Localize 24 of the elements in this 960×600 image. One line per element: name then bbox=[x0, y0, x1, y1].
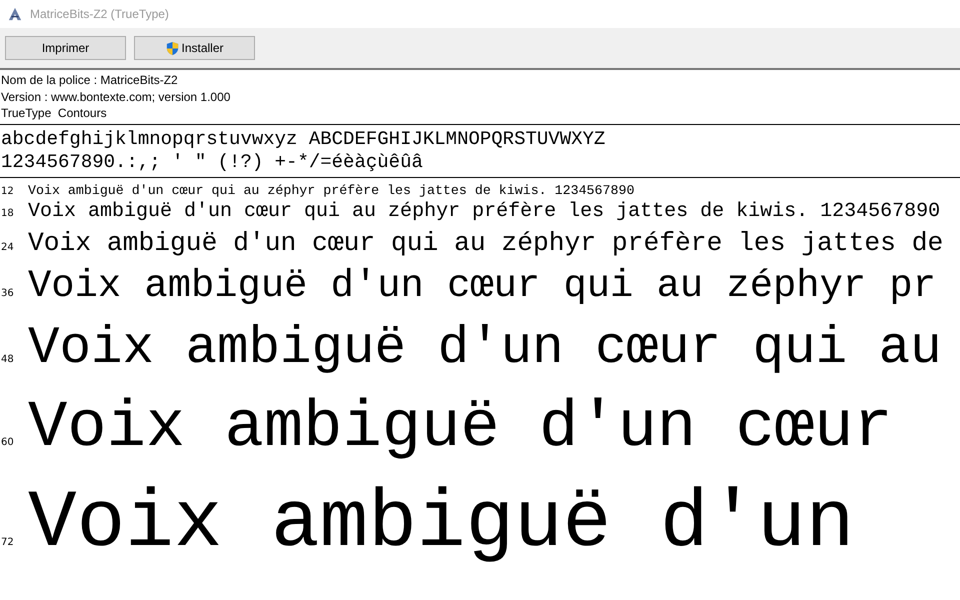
font-info-text: Version : www.bontexte.com; version 1.000 bbox=[1, 88, 232, 105]
sample-text: Voix ambiguë d'un cœur qui au zéphyr préfère les jattes de bbox=[28, 227, 944, 260]
point-size-label: 12 bbox=[0, 186, 15, 196]
character-set-text: 1234567890.:,; ' " (!?) +-*/=éèàçùêûâ bbox=[1, 150, 424, 174]
point-size-label: 72 bbox=[0, 537, 15, 548]
point-size-label: 48 bbox=[0, 354, 15, 366]
point-size-label: 60 bbox=[0, 436, 15, 448]
sample-text: Voix ambiguë d'un cœur qui au bbox=[28, 317, 942, 380]
point-size-label: 36 bbox=[0, 288, 15, 300]
sample-text: Voix ambiguë d'un cœur bbox=[28, 388, 893, 467]
font-info-text: TrueType Contours bbox=[1, 105, 108, 122]
sample-text: Voix ambiguë d'un cœur qui au zéphyr préfère les jattes de kiwis. 1234567890 bbox=[28, 199, 940, 226]
point-size-label: 24 bbox=[0, 242, 15, 254]
app-icon bbox=[8, 7, 22, 21]
character-set-text: abcdefghijklmnopqrstuvwxyz ABCDEFGHIJKLMNOPQRSTUVWXYZ bbox=[1, 128, 606, 150]
shield-icon bbox=[165, 40, 180, 56]
point-size-label: 18 bbox=[0, 208, 15, 220]
sample-text: Voix ambiguë d'un cœur qui au zéphyr préfère les jattes de kiwis. 1234567890 bbox=[28, 182, 634, 200]
sample-text: Voix ambiguë d'un cœur qui au zéphyr pr bbox=[28, 263, 936, 310]
sample-text: Voix ambiguë d'un bbox=[28, 478, 854, 572]
font-info-text: Nom de la police : MatriceBits-Z2 bbox=[1, 72, 179, 88]
window-title: MatriceBits-Z2 (TrueType) bbox=[30, 7, 169, 21]
print-button[interactable]: Imprimer bbox=[5, 36, 126, 60]
install-button[interactable]: Installer bbox=[134, 36, 255, 60]
